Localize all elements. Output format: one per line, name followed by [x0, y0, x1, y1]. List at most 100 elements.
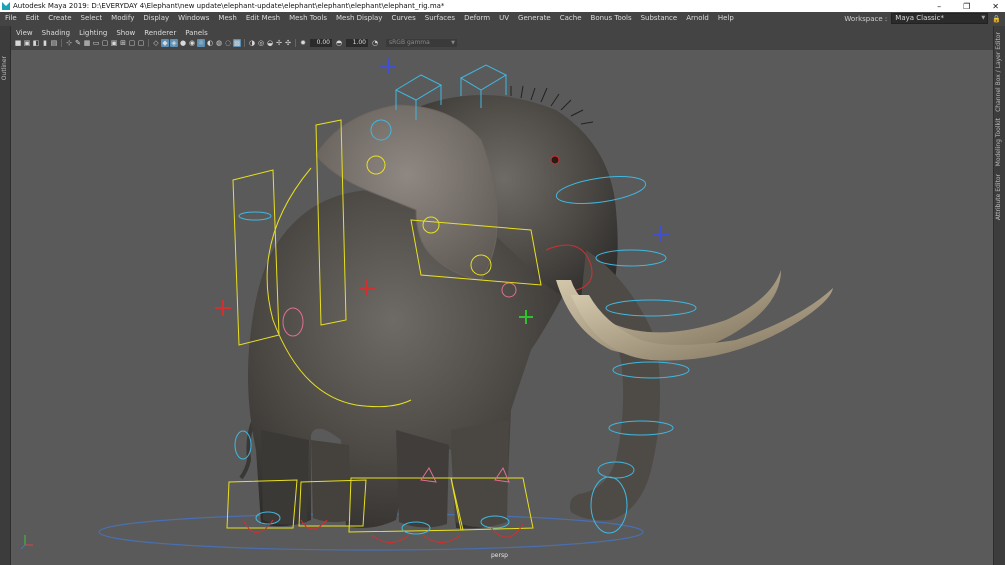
menu-mesh-tools[interactable]: Mesh Tools	[284, 14, 331, 22]
menu-display[interactable]: Display	[138, 14, 173, 22]
view-axis-gizmo	[20, 535, 33, 550]
menu-modify[interactable]: Modify	[106, 14, 138, 22]
safe-action-icon[interactable]: ▢	[128, 39, 136, 47]
menu-cache[interactable]: Cache	[555, 14, 586, 22]
resolution-gate-icon[interactable]: ▢	[101, 39, 109, 47]
2d-pan-zoom-icon[interactable]: ⊹	[65, 39, 73, 47]
grease-pencil-icon[interactable]: ✎	[74, 39, 82, 47]
leg-front-right[interactable]	[451, 420, 509, 527]
panel-menu-shading[interactable]: Shading	[37, 29, 74, 37]
menu-generate[interactable]: Generate	[513, 14, 555, 22]
channel-box-tab[interactable]: Channel Box / Layer Editor	[995, 32, 1002, 112]
workspace-label: Workspace :	[844, 14, 888, 23]
menu-mesh-display[interactable]: Mesh Display	[331, 14, 386, 22]
menu-mesh[interactable]: Mesh	[213, 14, 240, 22]
image-plane-icon[interactable]: ▤	[50, 39, 58, 47]
wireframe-icon[interactable]: ◇	[152, 39, 160, 47]
elephant-eye[interactable]	[550, 155, 560, 165]
panel-menu-view[interactable]: View	[11, 29, 37, 37]
screen-space-ao-icon[interactable]: ◍	[215, 39, 223, 47]
close-button[interactable]: ✕	[992, 2, 999, 11]
toolbar-separator	[61, 39, 62, 47]
menu-uv[interactable]: UV	[494, 14, 513, 22]
toolbar-separator	[148, 39, 149, 47]
menu-curves[interactable]: Curves	[386, 14, 419, 22]
menu-file[interactable]: File	[0, 14, 21, 22]
use-default-material-icon[interactable]: ●	[179, 39, 187, 47]
select-camera-icon[interactable]: ■	[14, 39, 22, 47]
panel-menu-renderer[interactable]: Renderer	[139, 29, 180, 37]
leg-front-left[interactable]	[396, 430, 449, 528]
lock-camera-icon[interactable]: ▣	[23, 39, 31, 47]
modeling-toolkit-tab[interactable]: Modeling Toolkit	[995, 118, 1002, 166]
menu-surfaces[interactable]: Surfaces	[420, 14, 459, 22]
grid-icon[interactable]: ▦	[83, 39, 91, 47]
textured-icon[interactable]: ◉	[188, 39, 196, 47]
outliner-tab[interactable]: Outliner	[1, 56, 8, 80]
attribute-editor-tab[interactable]: Attribute Editor	[995, 174, 1002, 220]
panel-menubar: View Shading Lighting Show Renderer Pane…	[11, 28, 993, 37]
workspace-dropdown[interactable]: Maya Classic*	[891, 13, 989, 24]
shadows-icon[interactable]: ◐	[206, 39, 214, 47]
foot-red-arc-5[interactable]	[490, 523, 524, 538]
gamma-icon[interactable]: ◓	[335, 39, 343, 47]
panel-menu-lighting[interactable]: Lighting	[74, 29, 111, 37]
field-chart-icon[interactable]: ⊞	[119, 39, 127, 47]
bookmarks-icon[interactable]: ▮	[41, 39, 49, 47]
perspective-viewport[interactable]: persp	[11, 50, 993, 565]
panel-menu-panels[interactable]: Panels	[180, 29, 212, 37]
locator-blue-head[interactable]	[653, 226, 669, 242]
workspace-selector: Workspace : Maya Classic* 🔒	[844, 13, 1001, 24]
foot-red-arc-3[interactable]	[370, 534, 410, 543]
menu-substance[interactable]: Substance	[636, 14, 682, 22]
menu-windows[interactable]: Windows	[173, 14, 213, 22]
exposure-field[interactable]: 0.00	[310, 39, 332, 47]
window-title: Autodesk Maya 2019: D:\EVERYDAY 4\Elepha…	[13, 2, 445, 10]
locator-red-hip[interactable]	[215, 300, 231, 316]
menu-bonus-tools[interactable]: Bonus Tools	[586, 14, 636, 22]
toolbar-separator	[244, 39, 245, 47]
window-controls: – ❐ ✕	[937, 0, 999, 12]
safe-title-icon[interactable]: ▢	[137, 39, 145, 47]
locator-blue-top[interactable]	[380, 58, 396, 74]
menu-select[interactable]: Select	[76, 14, 107, 22]
foot-red-arc-4[interactable]	[422, 534, 462, 543]
menu-deform[interactable]: Deform	[459, 14, 494, 22]
menu-edit-mesh[interactable]: Edit Mesh	[241, 14, 284, 22]
viewport-scene	[20, 58, 833, 551]
depth-of-field-icon[interactable]: ◑	[248, 39, 256, 47]
motion-blur-icon[interactable]: ◌	[224, 39, 232, 47]
panel-toolbar: ■ ▣ ◧ ▮ ▤ ⊹ ✎ ▦ ▭ ▢ ▣ ⊞ ▢ ▢ ◇ ◆ ◈ ● ◉ ☼ …	[11, 37, 993, 49]
maya-logo-icon	[2, 2, 10, 10]
panel-menu-show[interactable]: Show	[111, 29, 139, 37]
isolate-select-icon[interactable]: ◎	[257, 39, 265, 47]
menu-edit[interactable]: Edit	[21, 14, 44, 22]
x-ray-icon[interactable]: ◒	[266, 39, 274, 47]
restore-button[interactable]: ❐	[963, 2, 970, 11]
menu-help[interactable]: Help	[713, 14, 738, 22]
elephant-trunk[interactable]	[570, 250, 660, 521]
use-all-lights-icon[interactable]: ☼	[197, 39, 205, 47]
camera-attributes-icon[interactable]: ◧	[32, 39, 40, 47]
gate-mask-icon[interactable]: ▣	[110, 39, 118, 47]
color-management-icon[interactable]: ◔	[371, 39, 379, 47]
smooth-shade-icon[interactable]: ◆	[161, 39, 169, 47]
wireframe-on-shaded-icon[interactable]: ◈	[170, 39, 178, 47]
menu-arnold[interactable]: Arnold	[681, 14, 713, 22]
outliner-tab-strip: Outliner	[0, 26, 11, 565]
camera-name-label: persp	[491, 552, 508, 559]
x-ray-active-icon[interactable]: ✣	[284, 39, 292, 47]
exposure-icon[interactable]: ✹	[299, 39, 307, 47]
x-ray-joints-icon[interactable]: ✢	[275, 39, 283, 47]
right-tab-strip: Channel Box / Layer Editor Modeling Tool…	[993, 26, 1005, 565]
leg-back-left[interactable]	[261, 430, 309, 525]
minimize-button[interactable]: –	[937, 2, 941, 11]
menu-create[interactable]: Create	[43, 14, 75, 22]
lock-icon[interactable]: 🔒	[992, 15, 1001, 23]
film-gate-icon[interactable]: ▭	[92, 39, 100, 47]
anti-aliasing-icon[interactable]: ▩	[233, 39, 241, 47]
color-space-dropdown[interactable]: sRGB gamma	[386, 39, 457, 47]
gamma-field[interactable]: 1.00	[346, 39, 368, 47]
title-bar: Autodesk Maya 2019: D:\EVERYDAY 4\Elepha…	[0, 0, 1005, 12]
shoulder-control[interactable]	[238, 211, 272, 221]
